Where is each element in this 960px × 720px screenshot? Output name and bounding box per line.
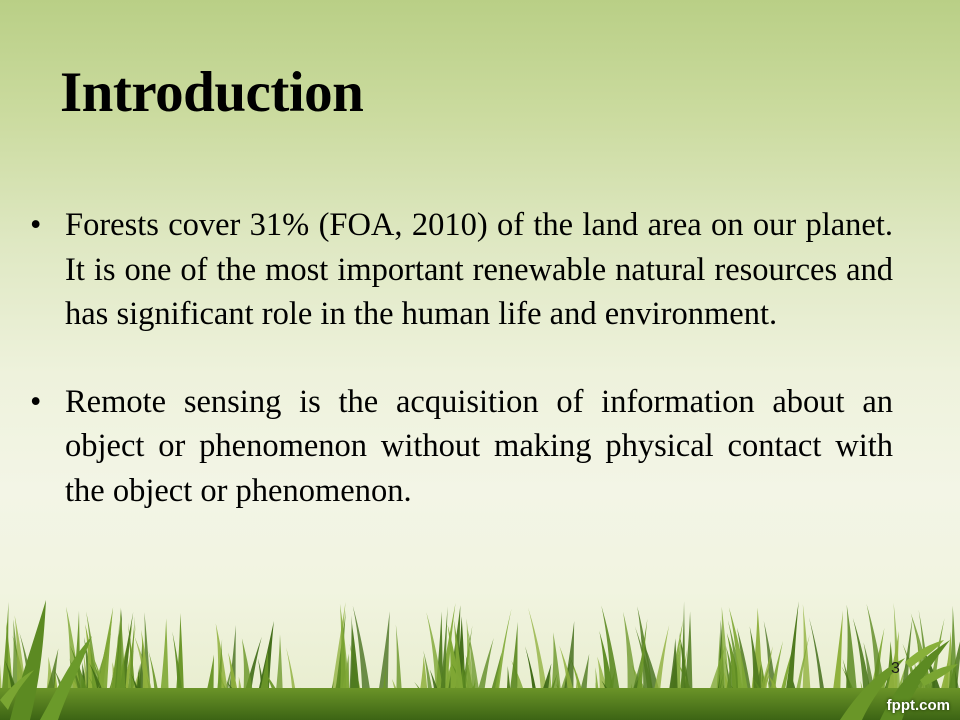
grass-decoration bbox=[0, 600, 960, 720]
page-number: 3 bbox=[891, 660, 900, 677]
bullet-marker: • bbox=[30, 383, 42, 420]
bullet-marker: • bbox=[30, 207, 42, 243]
slide-title: Introduction bbox=[60, 61, 364, 124]
bullet-list: • Forests cover 31% (FOA, 2010) of the l… bbox=[30, 203, 893, 556]
bullet-text: Remote sensing is the acquisition of inf… bbox=[65, 383, 893, 509]
bullet-item: • Forests cover 31% (FOA, 2010) of the l… bbox=[30, 203, 893, 337]
bullet-text: Forests cover 31% (FOA, 2010) of the lan… bbox=[65, 207, 893, 332]
slide: Introduction • Forests cover 31% (FOA, 2… bbox=[0, 0, 960, 720]
bullet-item: • Remote sensing is the acquisition of i… bbox=[30, 380, 893, 514]
watermark-text: fppt.com bbox=[886, 697, 950, 714]
